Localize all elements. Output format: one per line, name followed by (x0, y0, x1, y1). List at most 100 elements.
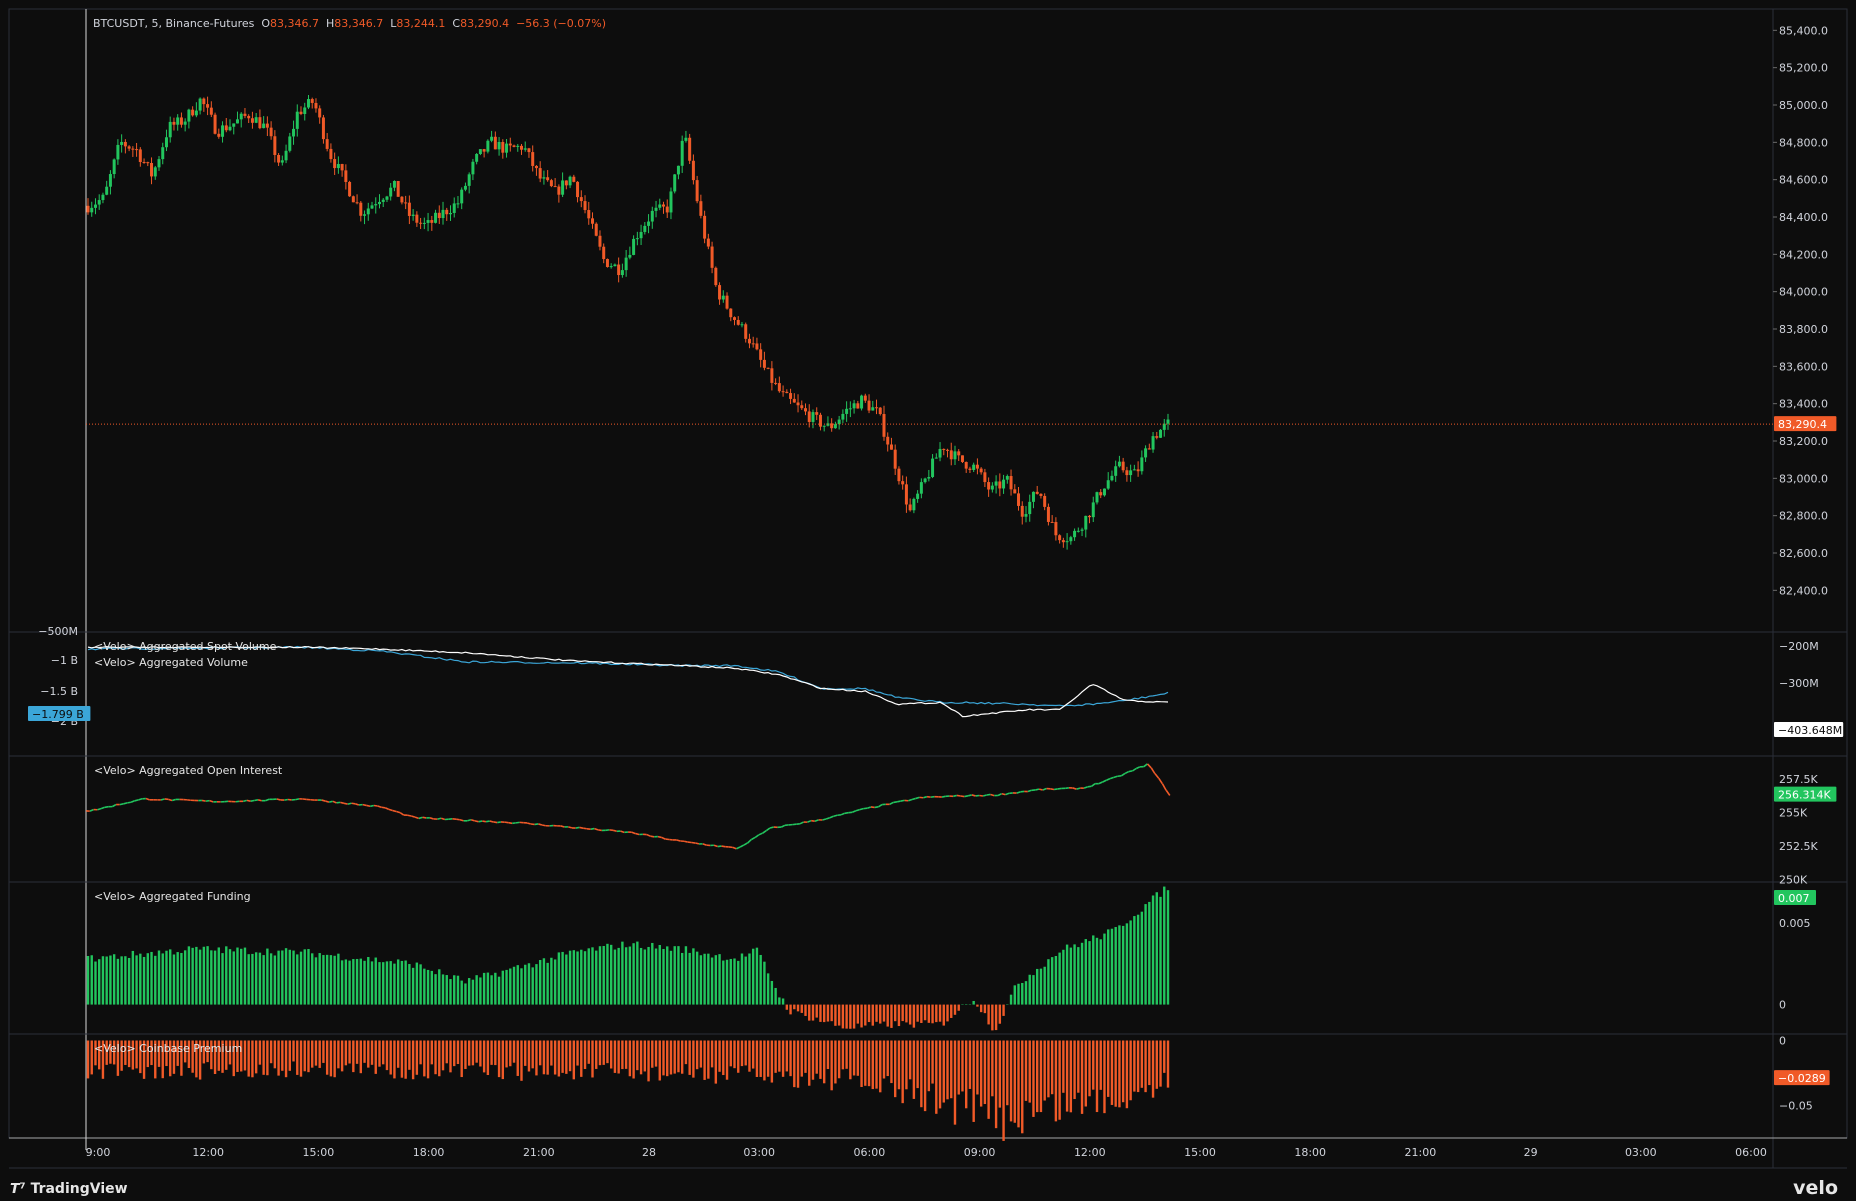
candle (1144, 445, 1148, 462)
time-tick-label: 03:00 (1625, 1146, 1657, 1159)
premium-bar (561, 1040, 564, 1073)
candle (751, 336, 755, 348)
premium-bar (1006, 1040, 1009, 1106)
premium-bar (277, 1040, 280, 1076)
funding-bar (647, 946, 650, 1005)
funding-bar (359, 958, 363, 1005)
funding-bar (322, 955, 325, 1005)
funding-bar (879, 1004, 882, 1024)
premium-bar (1151, 1040, 1155, 1098)
funding-bar (139, 953, 142, 1005)
funding-bar (419, 964, 422, 1005)
candle (979, 467, 983, 475)
candle (519, 143, 523, 155)
premium-bar (759, 1040, 762, 1077)
candle (295, 104, 299, 137)
funding-bar (979, 1004, 983, 1013)
time-tick-label: 12:00 (1074, 1146, 1106, 1159)
funding-bar (527, 963, 531, 1005)
candle (620, 263, 624, 278)
premium-bar (419, 1040, 422, 1065)
premium-bar (1118, 1040, 1121, 1108)
premium-bar (314, 1040, 318, 1066)
close-value: 83,290.4 (460, 17, 510, 30)
candle (1009, 469, 1013, 496)
premium-bar (445, 1040, 448, 1064)
premium-bar (680, 1040, 684, 1074)
candle (265, 116, 269, 136)
premium-bar (453, 1040, 456, 1067)
funding-bar (273, 955, 277, 1005)
funding-bar (187, 946, 191, 1005)
funding-bar (983, 1004, 987, 1014)
price-tick-label: 84,600.0 (1779, 174, 1828, 187)
candle (93, 198, 97, 215)
candle (983, 468, 987, 488)
price-tick-label: 85,200.0 (1779, 62, 1828, 75)
funding-bar (127, 957, 131, 1005)
premium-bar (609, 1040, 613, 1069)
open-interest-tick: 252.5K (1779, 840, 1818, 853)
candle (617, 257, 621, 283)
tradingview-logo[interactable]: 𝙏⁷ TradingView (10, 1181, 128, 1197)
funding-bar (684, 946, 688, 1005)
candle (546, 170, 550, 182)
candle (164, 129, 168, 152)
candle (463, 182, 467, 192)
premium-bar (841, 1040, 845, 1070)
candle (733, 316, 737, 326)
candle (1031, 491, 1035, 509)
funding-bar (236, 947, 239, 1005)
funding-bar (1043, 966, 1046, 1005)
funding-bar (1092, 935, 1095, 1005)
open-interest-tick: 255K (1779, 806, 1808, 819)
price-tick-label: 84,800.0 (1779, 136, 1828, 149)
premium-bar (1058, 1040, 1061, 1120)
premium-bar (396, 1040, 400, 1068)
funding-bar (916, 1004, 919, 1022)
premium-bar (292, 1040, 295, 1062)
premium-bar (677, 1040, 680, 1073)
candle (833, 421, 837, 429)
candle (333, 152, 337, 175)
chart-canvas[interactable]: 85,400.0 85,200.0 85,000.0 84,800.0 84,600.0… (0, 0, 1856, 1201)
premium-bar (322, 1040, 325, 1063)
premium-bar (1009, 1040, 1013, 1122)
candle (1005, 474, 1009, 484)
premium-bar (875, 1040, 878, 1089)
candle (314, 98, 318, 113)
funding-bar (378, 962, 381, 1005)
candle (837, 415, 841, 430)
candle (228, 119, 232, 132)
funding-bar (415, 962, 419, 1005)
candle (456, 196, 460, 209)
premium-bar (281, 1040, 284, 1071)
candle (329, 143, 333, 163)
candle (303, 102, 307, 121)
premium-bar (262, 1040, 265, 1075)
candle (919, 478, 923, 499)
funding-bar (90, 955, 93, 1005)
premium-bar (325, 1040, 329, 1075)
aggregated-volume-line (87, 645, 1169, 707)
time-tick-label: 29 (1524, 1146, 1538, 1159)
candle (430, 215, 434, 231)
time-tick-label: 06:00 (1735, 1146, 1767, 1159)
candle (321, 114, 325, 144)
premium-bar (408, 1040, 411, 1070)
premium-bar (1110, 1040, 1114, 1105)
change-value: −56.3 (−0.07%) (516, 17, 607, 30)
premium-bar (886, 1040, 889, 1077)
time-tick-label: 15:00 (303, 1146, 335, 1159)
funding-bar (213, 950, 217, 1005)
candle (516, 143, 520, 152)
candle (975, 458, 979, 475)
premium-bar (1080, 1040, 1084, 1114)
candle (789, 388, 793, 405)
premium-bar (471, 1040, 475, 1066)
volume-right-tick: −200M (1779, 640, 1819, 653)
premium-bar (509, 1040, 512, 1067)
candle (1080, 527, 1084, 537)
funding-bar (281, 950, 284, 1005)
funding-bar (1054, 955, 1058, 1005)
